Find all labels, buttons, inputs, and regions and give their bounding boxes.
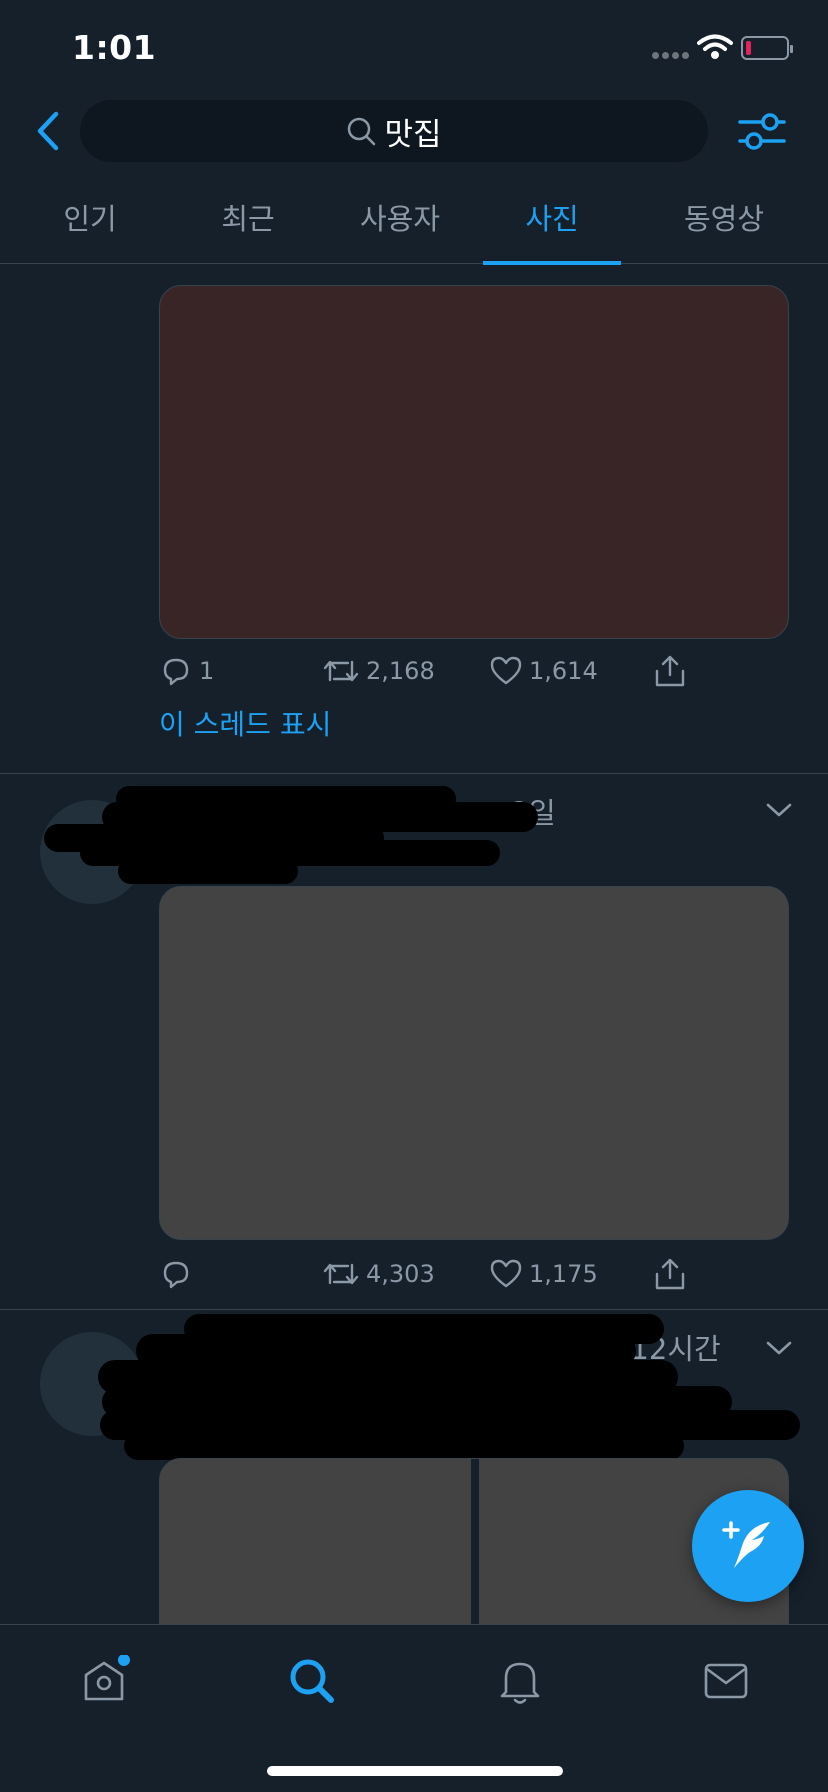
reply-count: 1 [199,657,215,685]
tab-label: 인기 [63,202,117,236]
photo-divider [471,1459,479,1625]
tab-top[interactable]: 인기 [40,186,140,264]
compose-tweet-icon [722,1521,770,1568]
like-count: 1,175 [529,1260,598,1288]
like-count: 1,614 [529,657,598,685]
redaction-mark [118,858,298,884]
heart-icon [490,656,522,685]
tab-photos[interactable]: 사진 [483,186,621,265]
retweet-count: 2,168 [366,657,435,685]
compose-tweet-button[interactable] [692,1490,804,1602]
show-thread-link[interactable]: 이 스레드 표시 [159,703,331,743]
cellular-signal-icon [652,52,692,62]
retweet-icon [323,660,359,682]
retweet-icon [323,1263,359,1285]
search-icon [348,117,376,146]
tweet-photo[interactable] [159,886,789,1240]
status-time: 1:01 [72,28,157,67]
wifi-icon [697,34,733,59]
nav-home[interactable] [74,1651,134,1711]
reply-button[interactable] [159,1254,199,1294]
tweet-photo[interactable] [159,285,789,639]
nav-explore[interactable] [282,1651,342,1711]
search-icon [290,1659,334,1703]
search-query: 맛집 [384,116,442,153]
tab-label: 동영상 [683,202,765,236]
tweet-actions: 4,303 1,175 [159,1254,719,1294]
tab-people[interactable]: 사용자 [350,186,450,264]
share-icon [655,1258,685,1290]
search-header: 맛집 [0,98,828,168]
filter-sliders-icon[interactable] [738,110,786,152]
share-icon [655,655,685,687]
like-button[interactable]: 1,614 [489,651,598,691]
tab-label: 사진 [525,202,579,236]
home-indicator[interactable] [267,1766,563,1776]
status-bar: 1:01 [0,0,828,100]
share-button[interactable] [653,651,693,691]
tab-label: 최근 [221,202,275,236]
nav-messages[interactable] [696,1651,756,1711]
tweet-actions: 1 2,168 1,614 [159,651,719,691]
retweet-button[interactable]: 2,168 [322,651,435,691]
reply-button[interactable]: 1 [159,651,214,691]
retweet-button[interactable]: 4,303 [322,1254,435,1294]
share-button[interactable] [653,1254,693,1294]
reply-icon [163,1261,189,1289]
tweet-1[interactable]: 1 2,168 1,614 이 스레드 표시 [0,265,828,774]
chevron-down-icon[interactable] [764,800,794,820]
search-input[interactable]: 맛집 [80,100,708,162]
chevron-down-icon[interactable] [764,1338,794,1358]
tweet-2[interactable]: se · 2일 4,303 1,175 [0,774,828,1310]
home-icon [84,1655,130,1701]
heart-icon [490,1259,522,1288]
nav-notifications[interactable] [490,1651,550,1711]
battery-icon [741,36,793,60]
mail-icon [704,1663,748,1699]
tweet-feed: 1 2,168 1,614 이 스레드 표시 se · 2일 [0,265,828,1625]
tab-videos[interactable]: 동영상 [672,186,776,264]
search-tabs: 인기 최근 사용자 사진 동영상 [0,186,828,265]
redaction-mark [124,1432,684,1460]
back-chevron-icon[interactable] [28,108,70,154]
tab-latest[interactable]: 최근 [198,186,298,264]
retweet-count: 4,303 [366,1260,435,1288]
reply-icon [163,658,189,686]
tab-label: 사용자 [359,202,441,236]
bell-icon [500,1662,540,1704]
like-button[interactable]: 1,175 [489,1254,598,1294]
